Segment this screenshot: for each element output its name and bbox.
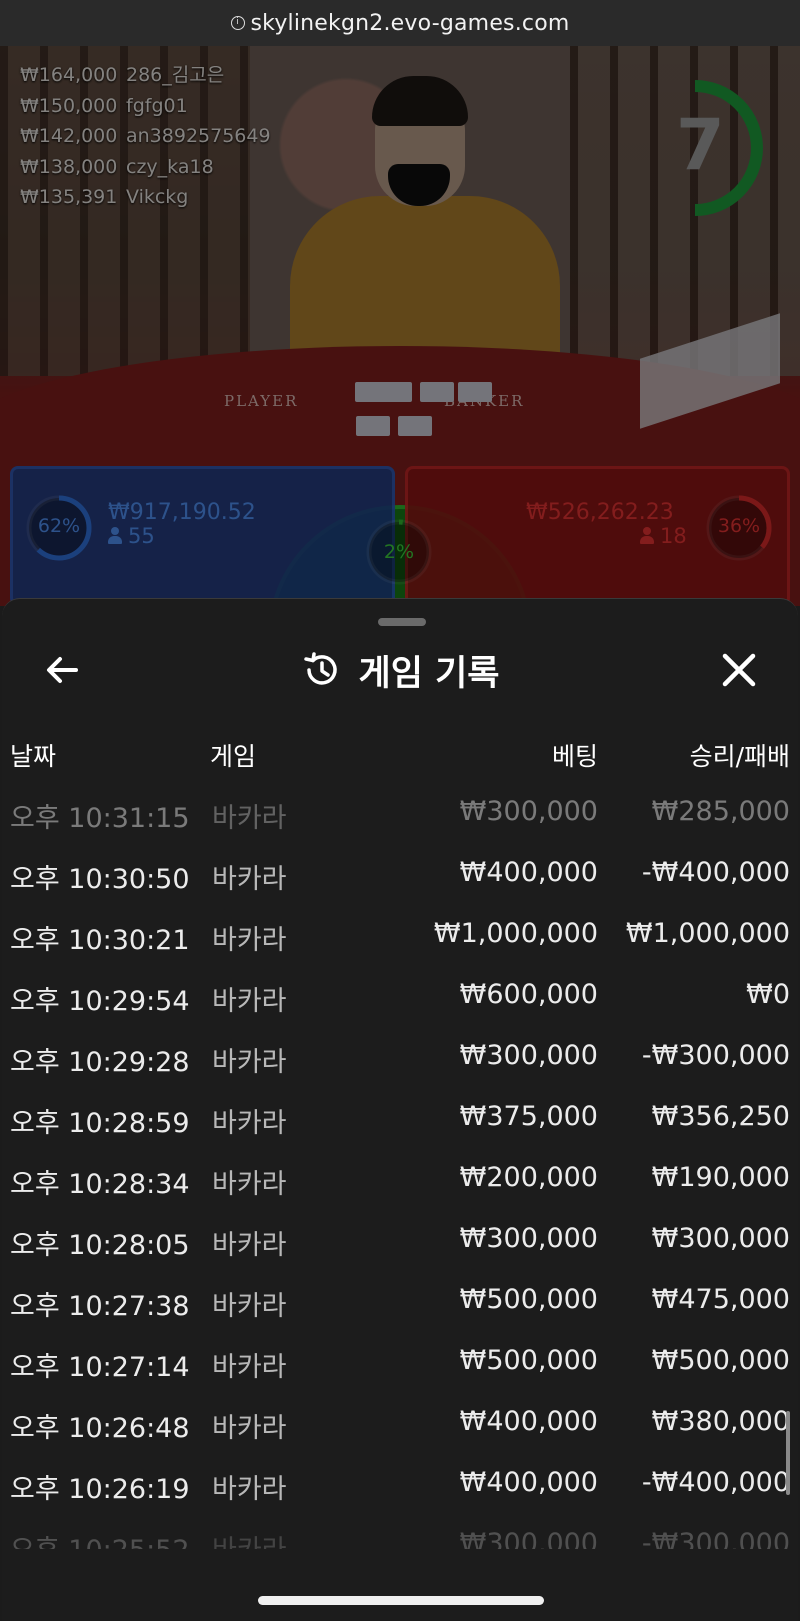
row-time: 오후 10:29:28 xyxy=(10,1047,190,1078)
history-row[interactable]: 오후 10:30:21 바카라 ₩1,000,000 ₩1,000,000 xyxy=(2,904,798,965)
row-time: 오후 10:30:50 xyxy=(10,864,190,895)
row-time: 오후 10:26:48 xyxy=(10,1413,190,1444)
row-bet: ₩300,000 xyxy=(459,1040,598,1071)
history-table-header: 날짜 게임 베팅 승리/패배 xyxy=(2,729,798,773)
row-game: 바카라 xyxy=(212,1474,287,1505)
column-win-loss: 승리/패배 xyxy=(689,742,790,771)
history-row[interactable]: 오후 10:30:50 바카라 ₩400,000 -₩400,000 xyxy=(2,843,798,904)
sheet-title: 게임 기록 xyxy=(358,653,500,694)
row-time: 오후 10:28:05 xyxy=(10,1230,190,1261)
row-game: 바카라 xyxy=(212,1230,287,1261)
row-result: ₩300,000 xyxy=(651,1223,790,1254)
history-row[interactable]: 오후 10:28:59 바카라 ₩375,000 ₩356,250 xyxy=(2,1087,798,1148)
row-game: 바카라 xyxy=(212,986,287,1017)
history-row[interactable]: 오후 10:29:28 바카라 ₩300,000 -₩300,000 xyxy=(2,1026,798,1087)
close-button[interactable] xyxy=(714,645,764,695)
row-game: 바카라 xyxy=(212,1169,287,1200)
row-bet: ₩375,000 xyxy=(459,1101,598,1132)
row-result: ₩475,000 xyxy=(651,1284,790,1315)
game-history-sheet: 게임 기록 날짜 게임 베팅 승리/패배 오후 10:31:15 바카라 ₩300,… xyxy=(2,598,798,1621)
row-time: 오후 10:27:38 xyxy=(10,1291,190,1322)
row-bet: ₩500,000 xyxy=(459,1284,598,1315)
row-result: -₩300,000 xyxy=(641,1528,790,1549)
row-bet: ₩200,000 xyxy=(459,1162,598,1193)
row-game: 바카라 xyxy=(212,1047,287,1078)
row-time: 오후 10:25:52 xyxy=(10,1528,190,1549)
column-bet: 베팅 xyxy=(551,742,598,771)
row-result: ₩500,000 xyxy=(651,1345,790,1376)
row-bet: ₩500,000 xyxy=(459,1345,598,1376)
row-game: 바카라 xyxy=(212,1528,287,1549)
row-time: 오후 10:28:34 xyxy=(10,1169,190,1200)
row-game: 바카라 xyxy=(212,864,287,895)
row-bet: ₩400,000 xyxy=(459,1406,598,1437)
row-time: 오후 10:31:15 xyxy=(10,803,190,834)
row-game: 바카라 xyxy=(212,803,287,834)
row-bet: ₩300,000 xyxy=(459,1528,598,1549)
row-bet: ₩300,000 xyxy=(459,1223,598,1254)
row-result: -₩300,000 xyxy=(641,1040,790,1071)
history-row[interactable]: 오후 10:31:15 바카라 ₩300,000 ₩285,000 xyxy=(2,782,798,843)
sheet-drag-handle[interactable] xyxy=(378,618,426,626)
row-bet: ₩1,000,000 xyxy=(433,918,598,949)
row-time: 오후 10:27:14 xyxy=(10,1352,190,1383)
row-result: ₩380,000 xyxy=(651,1406,790,1437)
row-time: 오후 10:29:54 xyxy=(10,986,190,1017)
row-bet: ₩300,000 xyxy=(459,796,598,827)
home-indicator[interactable] xyxy=(258,1596,544,1605)
row-time: 오후 10:26:19 xyxy=(10,1474,190,1505)
history-row[interactable]: 오후 10:28:34 바카라 ₩200,000 ₩190,000 xyxy=(2,1148,798,1209)
row-result: ₩1,000,000 xyxy=(625,918,790,949)
row-bet: ₩400,000 xyxy=(459,1467,598,1498)
sheet-header: 게임 기록 xyxy=(2,643,798,697)
close-icon xyxy=(722,653,756,687)
row-game: 바카라 xyxy=(212,1413,287,1444)
history-icon xyxy=(303,652,337,685)
url-text: skylinekgn2.evo-games.com xyxy=(250,10,570,36)
history-row[interactable]: 오후 10:27:14 바카라 ₩500,000 ₩500,000 xyxy=(2,1331,798,1392)
history-row[interactable]: 오후 10:27:38 바카라 ₩500,000 ₩475,000 xyxy=(2,1270,798,1331)
row-game: 바카라 xyxy=(212,925,287,956)
row-result: ₩0 xyxy=(746,979,790,1010)
column-game: 게임 xyxy=(210,742,257,771)
history-row[interactable]: 오후 10:25:52 바카라 ₩300,000 -₩300,000 xyxy=(2,1514,798,1549)
row-result: -₩400,000 xyxy=(641,857,790,888)
history-table-body[interactable]: 오후 10:31:15 바카라 ₩300,000 ₩285,000 오후 10:30:5… xyxy=(2,769,798,1549)
row-result: -₩400,000 xyxy=(641,1467,790,1498)
row-result: ₩190,000 xyxy=(651,1162,790,1193)
row-time: 오후 10:28:59 xyxy=(10,1108,190,1139)
row-bet: ₩600,000 xyxy=(459,979,598,1010)
row-game: 바카라 xyxy=(212,1108,287,1139)
row-bet: ₩400,000 xyxy=(459,857,598,888)
row-game: 바카라 xyxy=(212,1352,287,1383)
history-row[interactable]: 오후 10:29:54 바카라 ₩600,000 ₩0 xyxy=(2,965,798,1026)
row-result: ₩356,250 xyxy=(651,1101,790,1132)
modal-backdrop[interactable] xyxy=(0,46,800,606)
info-icon: i xyxy=(230,16,245,30)
history-row[interactable]: 오후 10:28:05 바카라 ₩300,000 ₩300,000 xyxy=(2,1209,798,1270)
row-result: ₩285,000 xyxy=(651,796,790,827)
row-game: 바카라 xyxy=(212,1291,287,1322)
address-bar[interactable]: i skylinekgn2.evo-games.com xyxy=(0,0,800,46)
history-row[interactable]: 오후 10:26:19 바카라 ₩400,000 -₩400,000 xyxy=(2,1453,798,1514)
column-date: 날짜 xyxy=(10,742,57,771)
row-time: 오후 10:30:21 xyxy=(10,925,190,956)
history-row[interactable]: 오후 10:26:48 바카라 ₩400,000 ₩380,000 xyxy=(2,1392,798,1453)
scrollbar[interactable] xyxy=(786,1411,790,1495)
